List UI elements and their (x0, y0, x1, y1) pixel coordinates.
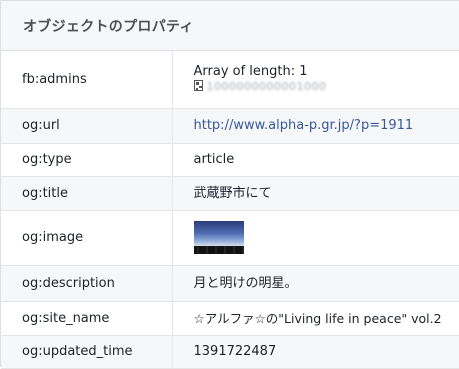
property-value: Array of length: 1 1000000000001000 (172, 51, 459, 108)
table-row: og:site_name ☆アルファ☆の"Living life in peac… (1, 301, 459, 335)
table-row: og:image (1, 210, 459, 265)
panel-title: オブジェクトのプロパティ (1, 1, 459, 51)
table-row: og:title 武蔵野市にて (1, 176, 459, 210)
og-image-thumbnail[interactable] (194, 221, 244, 254)
property-key: og:title (1, 176, 172, 210)
property-key: og:image (1, 210, 172, 265)
table-row: og:description 月と明けの明星。 (1, 265, 459, 301)
property-key: og:site_name (1, 301, 172, 335)
table-row: fb:admins Array of length: 1 10000000000… (1, 51, 459, 108)
table-row: og:url http://www.alpha-p.gr.jp/?p=1911 (1, 108, 459, 143)
property-value: http://www.alpha-p.gr.jp/?p=1911 (172, 108, 459, 143)
property-key: og:url (1, 108, 172, 143)
property-value: 武蔵野市にて (172, 176, 459, 210)
property-value: 1391722487 (172, 335, 459, 368)
admin-id-blurred: 1000000000001000 (207, 79, 327, 94)
property-key: og:type (1, 143, 172, 176)
table-row: og:type article (1, 143, 459, 176)
property-value: ☆アルファ☆の"Living life in peace" vol.2 (172, 301, 459, 335)
value-line: Array of length: 1 (194, 64, 459, 79)
table-row: og:updated_time 1391722487 (1, 335, 459, 368)
qr-code-icon (194, 80, 203, 91)
property-value: 月と明けの明星。 (172, 265, 459, 301)
property-value: article (172, 143, 459, 176)
property-key: og:updated_time (1, 335, 172, 368)
property-key: og:description (1, 265, 172, 301)
property-key: fb:admins (1, 51, 172, 108)
property-value (172, 210, 459, 265)
object-properties-panel: オブジェクトのプロパティ fb:admins Array of length: … (0, 0, 459, 367)
url-link[interactable]: http://www.alpha-p.gr.jp/?p=1911 (194, 118, 414, 133)
properties-table: fb:admins Array of length: 1 10000000000… (1, 51, 459, 369)
